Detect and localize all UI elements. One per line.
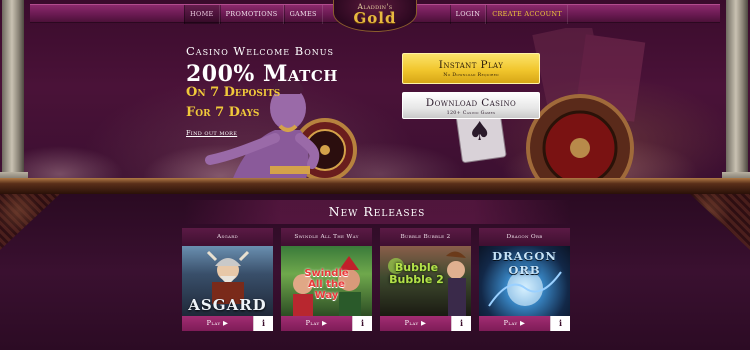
instant-play-button[interactable]: Instant Play No Download Required <box>402 53 540 84</box>
info-button[interactable]: i <box>550 316 570 331</box>
info-button[interactable]: i <box>451 316 471 331</box>
wooden-rail <box>0 178 750 194</box>
game-thumbnail[interactable]: ASGARD <box>182 246 273 316</box>
game-logo-text: Bubble Bubble 2 <box>389 261 444 286</box>
nav-left-group: Home Promotions Games <box>184 5 323 24</box>
game-actions: Play ▶ i <box>281 316 372 331</box>
pillar-right <box>722 0 750 182</box>
instant-play-label: Instant Play <box>438 59 504 71</box>
game-logo-text: DRAGON ORB <box>492 249 557 277</box>
game-logo-text: ASGARD <box>188 296 267 314</box>
promo-days: For 7 Days <box>186 105 260 120</box>
nav-right-group: Login Create Account <box>449 5 568 24</box>
nav-home[interactable]: Home <box>184 5 220 24</box>
game-actions: Play ▶ i <box>380 316 471 331</box>
game-card-dragon-orb: Dragon Orb DRAGON ORB Play ▶ i <box>479 228 570 331</box>
game-title: Dragon Orb <box>479 228 570 246</box>
welcome-bonus-promo: Casino Welcome Bonus 200% Match On 7 Dep… <box>186 44 386 139</box>
promo-deposits: On 7 Deposits <box>186 85 281 100</box>
game-actions: Play ▶ i <box>479 316 570 331</box>
instant-play-sublabel: No Download Required <box>443 73 499 78</box>
find-out-more-link[interactable]: Find out more <box>186 129 237 137</box>
logo-line-2: Gold <box>353 9 397 27</box>
game-thumbnail[interactable]: Bubble Bubble 2 <box>380 246 471 316</box>
play-button[interactable]: Play ▶ <box>479 316 550 331</box>
game-title: Asgard <box>182 228 273 246</box>
game-title: Swindle All The Way <box>281 228 372 246</box>
new-releases-grid: Asgard ASGARD Play ▶ i Swindle All The W… <box>182 228 570 331</box>
play-button[interactable]: Play ▶ <box>281 316 352 331</box>
info-button[interactable]: i <box>253 316 273 331</box>
svg-text:♠: ♠ <box>468 117 491 147</box>
play-button[interactable]: Play ▶ <box>182 316 253 331</box>
promo-title: Casino Welcome Bonus <box>186 44 335 58</box>
game-thumbnail[interactable]: Swindle All the Way <box>281 246 372 316</box>
nav-login[interactable]: Login <box>449 5 487 24</box>
download-casino-button[interactable]: Download Casino 120+ Casino Games <box>402 92 540 119</box>
game-title: Bubble Bubble 2 <box>380 228 471 246</box>
download-casino-label: Download Casino <box>425 97 517 109</box>
nav-create-account[interactable]: Create Account <box>486 5 568 24</box>
game-thumbnail[interactable]: DRAGON ORB <box>479 246 570 316</box>
new-releases-title: New Releases <box>184 200 570 224</box>
promo-match: 200% Match <box>186 61 338 87</box>
game-card-bubble-bubble-2: Bubble Bubble 2 Bubble Bubble 2 Play ▶ i <box>380 228 471 331</box>
game-actions: Play ▶ i <box>182 316 273 331</box>
info-button[interactable]: i <box>352 316 372 331</box>
play-button[interactable]: Play ▶ <box>380 316 451 331</box>
nav-promotions[interactable]: Promotions <box>219 5 284 24</box>
nav-games[interactable]: Games <box>283 5 323 24</box>
game-logo-text: Swindle All the Way <box>304 268 349 301</box>
pillar-left <box>0 0 28 182</box>
download-casino-sublabel: 120+ Casino Games <box>446 111 496 116</box>
game-card-swindle-all-the-way: Swindle All The Way Swindle All the Way … <box>281 228 372 331</box>
game-card-asgard: Asgard ASGARD Play ▶ i <box>182 228 273 331</box>
